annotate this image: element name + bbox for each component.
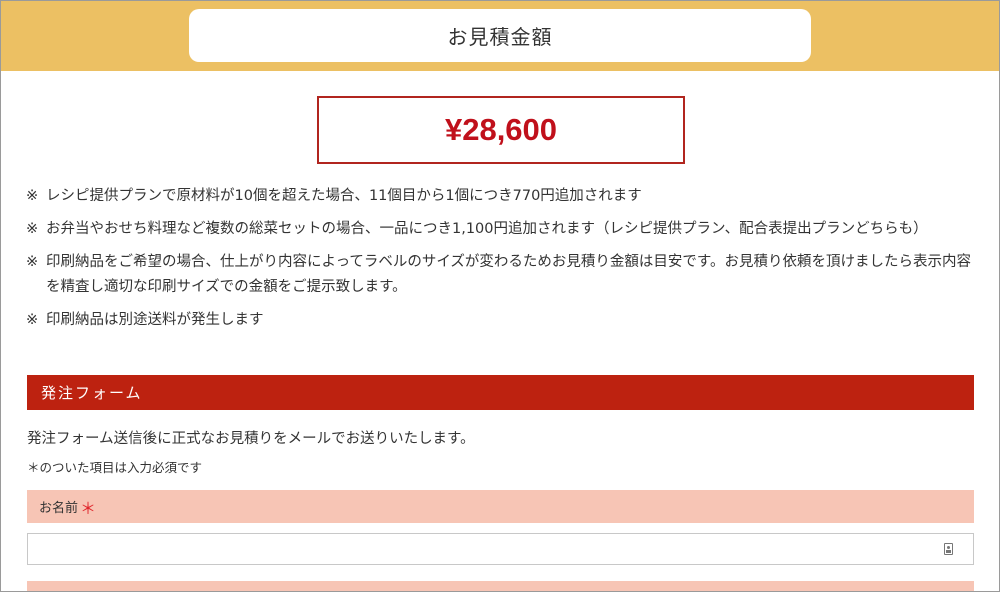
required-note: ＊のついた項目は入力必須です — [27, 460, 203, 475]
note-item: ※ お弁当やおせち料理など複数の総菜セットの場合、一品につき1,100円追加され… — [26, 217, 976, 242]
note-item: ※ 印刷納品をご希望の場合、仕上がり内容によってラベルのサイズが変わるためお見積… — [26, 250, 976, 300]
estimate-price: ¥28,600 — [317, 96, 685, 164]
contact-card-icon[interactable] — [944, 543, 953, 555]
note-text: お弁当やおせち料理など複数の総菜セットの場合、一品につき1,100円追加されます… — [46, 221, 928, 237]
page-title: お見積金額 — [189, 9, 811, 62]
name-field-label: お名前 ＊ — [27, 490, 974, 523]
notes-list: ※ レシピ提供プランで原材料が10個を超えた場合、11個目から1個につき770円… — [26, 184, 976, 341]
note-text: レシピ提供プランで原材料が10個を超えた場合、11個目から1個につき770円追加… — [46, 188, 642, 204]
next-field-label — [27, 581, 974, 591]
form-intro-text: 発注フォーム送信後に正式なお見積りをメールでお送りいたします。 — [27, 431, 475, 447]
name-label-text: お名前 — [39, 501, 79, 516]
note-text: 印刷納品は別途送料が発生します — [46, 312, 264, 328]
required-star: ＊ — [80, 498, 97, 518]
note-mark: ※ — [26, 188, 39, 204]
name-input[interactable] — [27, 533, 974, 565]
note-item: ※ 印刷納品は別途送料が発生します — [26, 308, 976, 333]
order-form-header: 発注フォーム — [27, 375, 974, 410]
header-band: お見積金額 — [1, 1, 999, 71]
page-frame: お見積金額 ¥28,600 ※ レシピ提供プランで原材料が10個を超えた場合、1… — [0, 0, 1000, 592]
note-mark: ※ — [26, 254, 39, 270]
note-mark: ※ — [26, 221, 39, 237]
note-item: ※ レシピ提供プランで原材料が10個を超えた場合、11個目から1個につき770円… — [26, 184, 976, 209]
note-text: 印刷納品をご希望の場合、仕上がり内容によってラベルのサイズが変わるためお見積り金… — [46, 254, 971, 295]
note-mark: ※ — [26, 312, 39, 328]
